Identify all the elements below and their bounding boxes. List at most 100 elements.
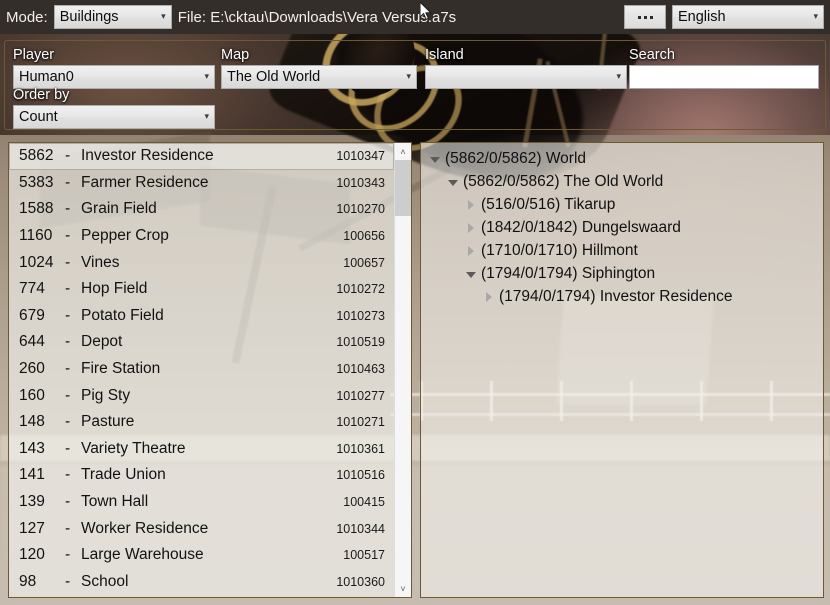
- triangle-right-icon[interactable]: [481, 291, 497, 302]
- list-item-name: Trade Union: [81, 466, 166, 484]
- player-dropdown[interactable]: Human0 ▾: [13, 65, 215, 89]
- list-item-guid: 1010360: [336, 574, 385, 589]
- list-item[interactable]: 260 - Fire Station 1010463: [9, 356, 394, 383]
- chevron-down-icon: ▾: [406, 71, 411, 82]
- list-item[interactable]: 5862- Investor Residence 1010347: [9, 143, 394, 170]
- list-item-guid: 100657: [343, 255, 385, 270]
- triangle-down-icon[interactable]: [445, 179, 461, 186]
- tree-node-label: (1842/0/1842) Dungelswaard: [481, 218, 681, 236]
- tree-node[interactable]: (1794/0/1794) Siphington: [421, 262, 823, 285]
- search-label: Search: [629, 47, 675, 63]
- list-item[interactable]: 1588- Grain Field 1010270: [9, 196, 394, 223]
- list-item-count: 774: [19, 280, 45, 298]
- list-item-separator: -: [65, 333, 71, 351]
- list-item[interactable]: 148 - Pasture 1010271: [9, 409, 394, 436]
- tree-node[interactable]: (5862/0/5862) World: [421, 147, 823, 170]
- list-item-name: Fire Station: [81, 360, 161, 378]
- list-item[interactable]: 141 - Trade Union 1010516: [9, 462, 394, 489]
- buildings-list-panel: 5862- Investor Residence 1010347 5383- Farme…: [8, 142, 412, 598]
- list-item-separator: -: [65, 519, 71, 537]
- browse-file-button[interactable]: [624, 5, 666, 29]
- scrollbar-track[interactable]: [395, 160, 411, 580]
- list-item-guid: 1010516: [336, 468, 385, 483]
- triangle-right-icon[interactable]: [463, 245, 479, 256]
- list-item-separator: -: [65, 306, 71, 324]
- list-item-name: Pepper Crop: [81, 227, 169, 245]
- list-item-count: 141: [19, 466, 45, 484]
- scroll-up-icon[interactable]: ˄: [395, 143, 411, 160]
- mode-dropdown-value: Buildings: [59, 9, 119, 25]
- mode-dropdown[interactable]: Buildings ▾: [53, 5, 172, 29]
- list-item-count: 1588: [19, 200, 54, 218]
- triangle-right-icon[interactable]: [463, 222, 479, 233]
- list-item[interactable]: 1024- Vines 100657: [9, 249, 394, 276]
- expander-glyph: [486, 291, 492, 302]
- chevron-down-icon: ▾: [813, 11, 818, 22]
- list-item-name: Farmer Residence: [81, 173, 209, 191]
- island-dropdown[interactable]: ▾: [425, 65, 627, 89]
- list-item-guid: 100517: [343, 548, 385, 563]
- dot-icon: [649, 15, 653, 19]
- list-item-count: 5383: [19, 173, 54, 191]
- search-field: Search: [629, 47, 819, 89]
- list-item-guid: 1010273: [336, 308, 385, 323]
- list-item-name: Pasture: [81, 413, 135, 431]
- list-item-guid: 1010344: [336, 521, 385, 536]
- list-item[interactable]: 679 - Potato Field 1010273: [9, 303, 394, 330]
- expander-glyph: [468, 199, 474, 210]
- list-item-separator: -: [65, 227, 71, 245]
- expander-glyph: [466, 271, 476, 278]
- island-label: Island: [425, 47, 464, 63]
- tree-node[interactable]: (1794/0/1794) Investor Residence: [421, 285, 823, 308]
- list-item-count: 679: [19, 306, 45, 324]
- triangle-right-icon[interactable]: [463, 199, 479, 210]
- list-item-separator: -: [65, 253, 71, 271]
- chevron-down-icon: ▾: [161, 11, 166, 22]
- order-by-field: Order by Count ▾: [13, 87, 215, 129]
- list-item[interactable]: 120 - Large Warehouse 100517: [9, 542, 394, 569]
- list-item[interactable]: 5383- Farmer Residence 1010343: [9, 170, 394, 197]
- list-item-name: Investor Residence: [81, 147, 214, 165]
- tree-node-label: (1794/0/1794) Siphington: [481, 264, 656, 282]
- list-item-separator: -: [65, 546, 71, 564]
- list-item-separator: -: [65, 466, 71, 484]
- tree-node-label: (516/0/516) Tikarup: [481, 195, 616, 213]
- expander-glyph: [468, 222, 474, 233]
- map-dropdown[interactable]: The Old World ▾: [221, 65, 417, 89]
- tree-node[interactable]: (516/0/516) Tikarup: [421, 193, 823, 216]
- list-item-count: 139: [19, 493, 45, 511]
- list-item-count: 148: [19, 413, 45, 431]
- list-item[interactable]: 139 - Town Hall 100415: [9, 489, 394, 516]
- list-item-name: Hop Field: [81, 280, 148, 298]
- list-item[interactable]: 98 - School 1010360: [9, 569, 394, 596]
- list-item[interactable]: 127 - Worker Residence 1010344: [9, 515, 394, 542]
- scrollbar-thumb[interactable]: [395, 160, 411, 216]
- list-item-separator: -: [65, 280, 71, 298]
- order-by-label: Order by: [13, 87, 70, 103]
- list-item[interactable]: 160 - Pig Sty 1010277: [9, 382, 394, 409]
- list-item[interactable]: 143 - Variety Theatre 1010361: [9, 436, 394, 463]
- list-item-name: Town Hall: [81, 493, 149, 511]
- map-dropdown-value: The Old World: [227, 69, 321, 85]
- list-item[interactable]: 644 - Depot 1010519: [9, 329, 394, 356]
- buildings-list-scrollbar[interactable]: ˄ ˅: [394, 143, 411, 597]
- tree-node[interactable]: (5862/0/5862) The Old World: [421, 170, 823, 193]
- tree-node[interactable]: (1842/0/1842) Dungelswaard: [421, 216, 823, 239]
- list-item-count: 143: [19, 439, 45, 457]
- list-item-separator: -: [65, 173, 71, 191]
- list-item-separator: -: [65, 360, 71, 378]
- search-input[interactable]: [629, 65, 819, 89]
- list-item[interactable]: 774 - Hop Field 1010272: [9, 276, 394, 303]
- list-item-separator: -: [65, 572, 71, 590]
- language-dropdown[interactable]: English ▾: [672, 5, 824, 29]
- map-label: Map: [221, 47, 250, 63]
- scroll-down-icon[interactable]: ˅: [395, 580, 411, 597]
- list-item[interactable]: 1160- Pepper Crop 100656: [9, 223, 394, 250]
- tree-node[interactable]: (1710/0/1710) Hillmont: [421, 239, 823, 262]
- list-item-name: School: [81, 572, 129, 590]
- triangle-down-icon[interactable]: [463, 271, 479, 278]
- triangle-down-icon[interactable]: [427, 156, 443, 163]
- list-item-guid: 1010272: [336, 282, 385, 297]
- tree-node-label: (1710/0/1710) Hillmont: [481, 241, 638, 259]
- order-by-dropdown[interactable]: Count ▾: [13, 105, 215, 129]
